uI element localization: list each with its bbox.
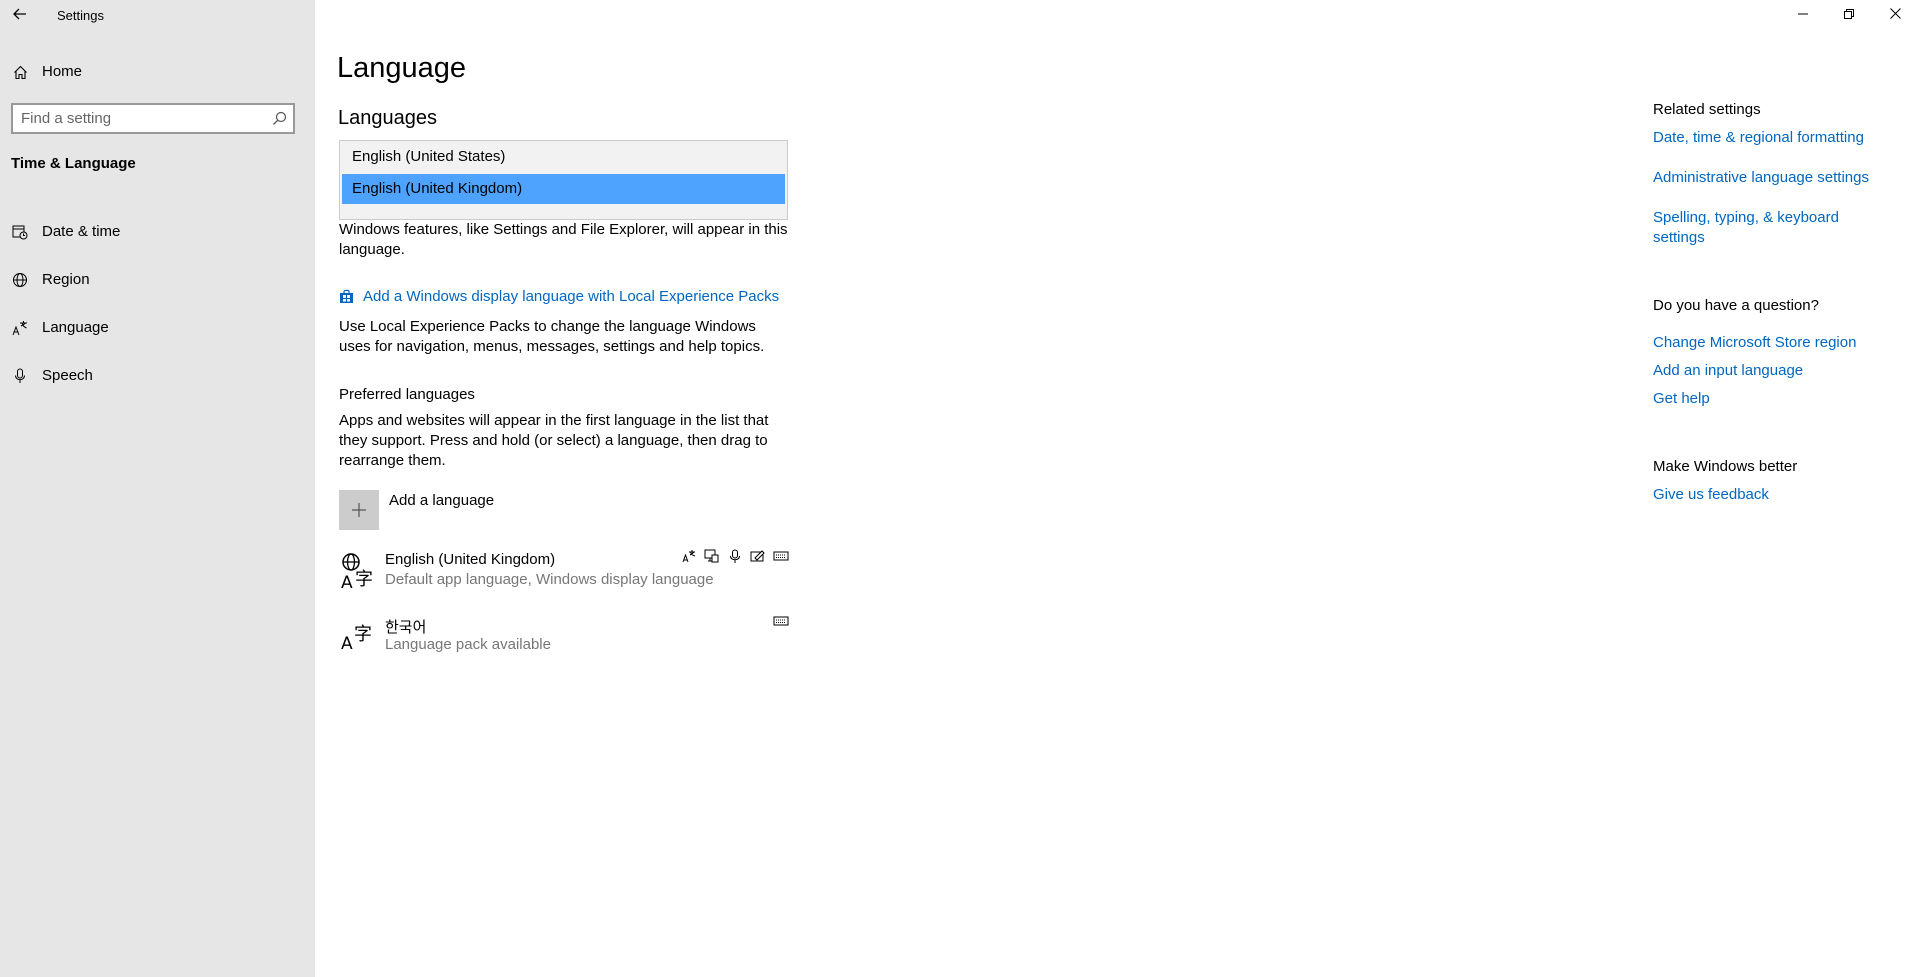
plus-icon — [339, 490, 379, 530]
language-name: 한국어 — [385, 619, 427, 636]
minimize-icon — [1798, 6, 1808, 24]
back-arrow-icon — [13, 7, 27, 25]
link-change-store-region[interactable]: Change Microsoft Store region — [1653, 333, 1893, 353]
microphone-icon — [12, 368, 28, 384]
sidebar-item-label: Date & time — [42, 223, 121, 240]
question-heading: Do you have a question? — [1653, 297, 1819, 314]
related-link-spelling-typing[interactable]: Spelling, typing, & keyboard settings — [1653, 208, 1853, 248]
app-title: Settings — [57, 8, 104, 23]
sidebar-item-language[interactable]: Language — [0, 310, 315, 346]
svg-text:A: A — [341, 634, 353, 654]
search-box[interactable] — [11, 103, 295, 134]
home-icon — [12, 64, 28, 80]
add-language-label: Add a language — [389, 492, 495, 509]
svg-text:A: A — [341, 573, 353, 591]
display-language-dropdown[interactable]: English (United States) English (United … — [339, 140, 788, 220]
link-add-input-language[interactable]: Add an input language — [1653, 361, 1893, 381]
sidebar: Settings Home Time & Language Date & tim… — [0, 0, 315, 977]
keyboard-icon — [772, 548, 789, 564]
language-description: Default app language, Windows display la… — [385, 571, 714, 588]
language-features — [772, 613, 789, 629]
page-title: Language — [337, 52, 467, 84]
restore-button[interactable] — [1826, 0, 1872, 30]
search-input[interactable] — [21, 105, 261, 132]
display-language-description: Windows features, like Settings and File… — [339, 221, 788, 258]
sidebar-item-home[interactable]: Home — [0, 56, 315, 88]
language-icon: A 字 — [339, 616, 379, 656]
sidebar-item-label: Region — [42, 271, 90, 288]
preferred-language-item[interactable]: A 字 English (United Kingdom) Default app… — [339, 548, 789, 601]
preferred-languages-description: Apps and websites will appear in the fir… — [339, 412, 769, 469]
languages-heading: Languages — [338, 107, 437, 129]
link-give-feedback[interactable]: Give us feedback — [1653, 485, 1893, 505]
svg-text:字: 字 — [354, 624, 372, 645]
language-description: Language pack available — [385, 636, 551, 653]
back-button[interactable] — [9, 5, 31, 27]
sidebar-item-speech[interactable]: Speech — [0, 358, 315, 394]
language-features — [680, 548, 789, 564]
restore-icon — [1844, 6, 1854, 24]
sidebar-section-title: Time & Language — [11, 155, 136, 172]
sidebar-item-date-time[interactable]: Date & time — [0, 214, 315, 250]
globe-icon — [12, 272, 28, 288]
lep-description: Use Local Experience Packs to change the… — [339, 318, 765, 355]
link-get-help[interactable]: Get help — [1653, 389, 1893, 409]
close-button[interactable] — [1872, 0, 1913, 30]
related-settings-heading: Related settings — [1653, 101, 1761, 118]
svg-text:字: 字 — [355, 569, 373, 590]
close-icon — [1889, 6, 1901, 24]
calendar-clock-icon — [12, 224, 28, 240]
language-name: English (United Kingdom) — [385, 551, 556, 568]
add-language-button[interactable]: Add a language — [339, 490, 659, 530]
handwriting-icon — [749, 548, 766, 564]
language-pack-icon — [680, 548, 697, 564]
related-link-date-time-formatting[interactable]: Date, time & regional formatting — [1653, 128, 1893, 148]
minimize-button[interactable] — [1780, 0, 1826, 30]
dropdown-option-selected[interactable]: English (United Kingdom) — [342, 174, 785, 204]
search-icon[interactable] — [272, 111, 287, 126]
language-icon — [12, 320, 28, 336]
related-link-admin-language[interactable]: Administrative language settings — [1653, 168, 1893, 188]
sidebar-item-label: Language — [42, 319, 109, 336]
dropdown-option[interactable]: English (United States) — [342, 142, 785, 172]
speech-icon — [726, 548, 743, 564]
keyboard-icon — [772, 613, 789, 629]
sidebar-item-region[interactable]: Region — [0, 262, 315, 298]
preferred-languages-heading: Preferred languages — [339, 386, 475, 403]
language-globe-icon: A 字 — [339, 551, 379, 593]
sidebar-item-label: Speech — [42, 367, 93, 384]
sidebar-home-label: Home — [42, 63, 83, 80]
preferred-language-item[interactable]: A 字 한국어 Language pack available — [339, 616, 789, 666]
store-icon — [339, 289, 354, 304]
lep-link[interactable]: Add a Windows display language with Loca… — [363, 288, 779, 305]
display-language-icon — [703, 548, 720, 564]
make-windows-better-heading: Make Windows better — [1653, 458, 1798, 475]
